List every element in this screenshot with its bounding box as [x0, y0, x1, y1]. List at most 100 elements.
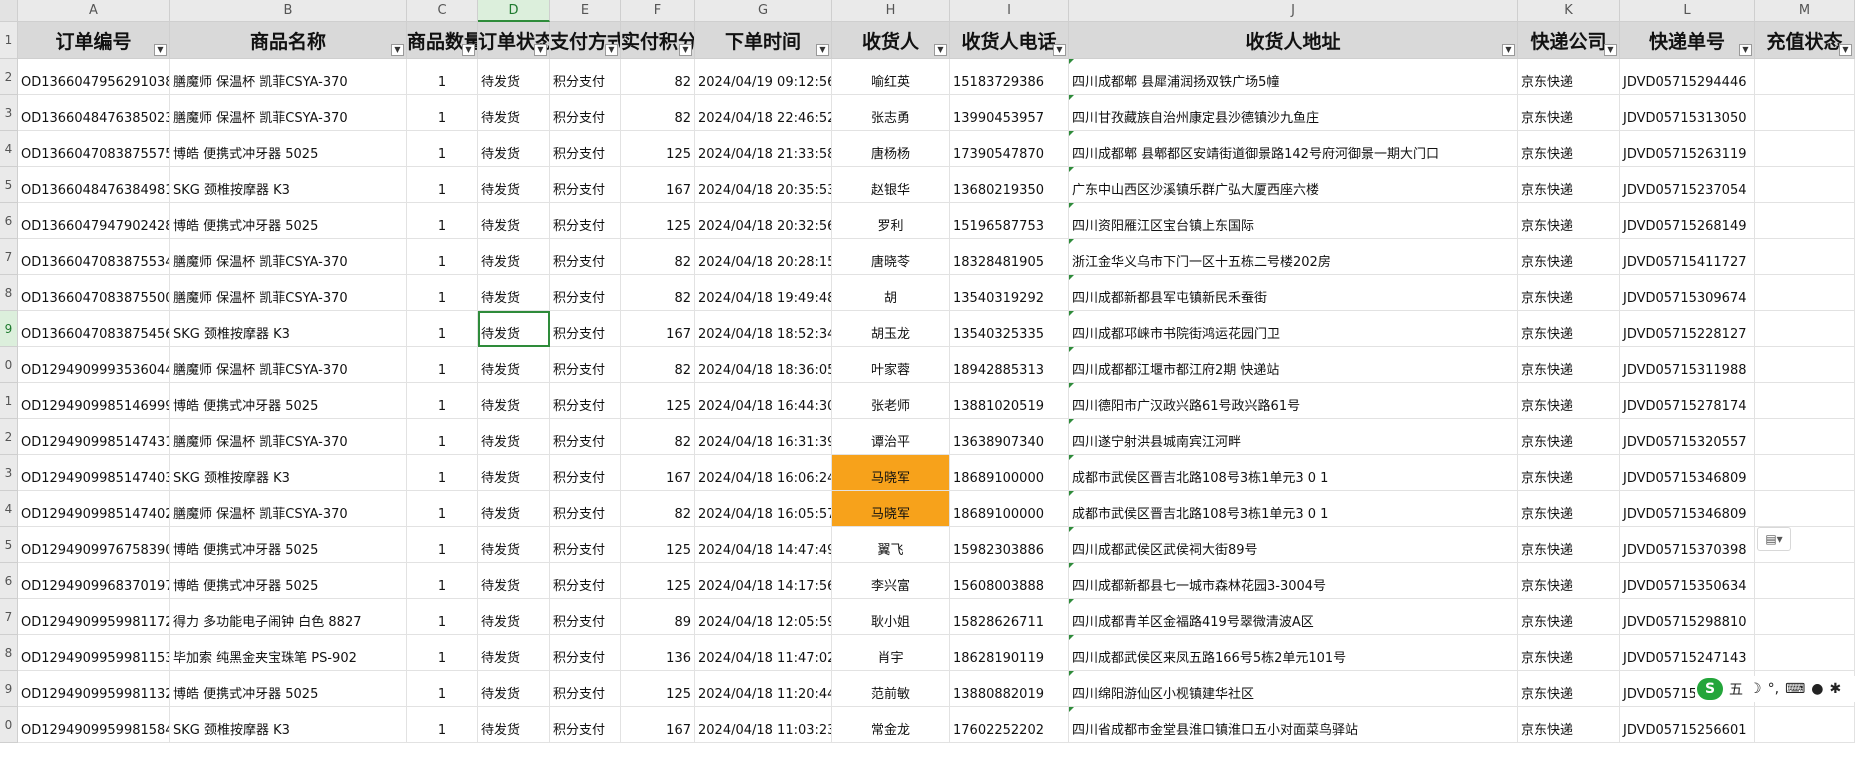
table-cell[interactable] [1755, 275, 1855, 311]
row-header[interactable]: 0 [0, 707, 18, 743]
table-cell[interactable]: OD1294909959981172 [18, 599, 170, 635]
table-cell[interactable]: 18689100000 [950, 491, 1069, 527]
table-cell[interactable]: 1 [407, 455, 478, 491]
table-cell[interactable]: 2024/04/18 11:20:44 [695, 671, 832, 707]
table-cell[interactable]: 18942885313 [950, 347, 1069, 383]
column-header-a[interactable]: A [18, 0, 170, 22]
table-cell[interactable]: 四川绵阳游仙区小枧镇建华社区 [1069, 671, 1518, 707]
table-cell[interactable]: 待发货 [478, 707, 550, 743]
table-cell[interactable]: 四川成都武侯区武侯祠大街89号 [1069, 527, 1518, 563]
dropdown-filter-icon[interactable]: ▼ [1739, 44, 1752, 56]
table-cell[interactable]: 13880882019 [950, 671, 1069, 707]
table-cell[interactable]: 积分支付 [550, 671, 621, 707]
table-cell[interactable]: 2024/04/18 16:05:57 [695, 491, 832, 527]
table-cell[interactable]: 2024/04/18 18:52:34 [695, 311, 832, 347]
table-cell[interactable]: 京东快递 [1518, 707, 1620, 743]
table-cell[interactable] [1755, 239, 1855, 275]
table-cell[interactable]: 2024/04/18 20:32:56 [695, 203, 832, 239]
table-cell[interactable]: 膳魔师 保温杯 凯菲CSYA-370 [170, 275, 407, 311]
table-cell[interactable]: 待发货 [478, 671, 550, 707]
table-cell[interactable]: 2024/04/18 12:05:59 [695, 599, 832, 635]
table-cell[interactable]: 膳魔师 保温杯 凯菲CSYA-370 [170, 59, 407, 95]
table-cell[interactable]: OD1366047947902428 [18, 203, 170, 239]
table-cell[interactable]: 博皓 便携式冲牙器 5025 [170, 383, 407, 419]
table-cell[interactable]: 18689100000 [950, 455, 1069, 491]
table-cell[interactable] [1755, 59, 1855, 95]
table-cell[interactable]: 积分支付 [550, 59, 621, 95]
user-icon[interactable]: ● [1811, 681, 1823, 697]
table-cell[interactable]: 82 [621, 347, 695, 383]
table-cell[interactable]: 积分支付 [550, 167, 621, 203]
table-cell[interactable]: 京东快递 [1518, 59, 1620, 95]
table-cell[interactable]: 积分支付 [550, 707, 621, 743]
table-cell[interactable]: 125 [621, 203, 695, 239]
table-cell[interactable]: 张志勇 [832, 95, 950, 131]
table-cell[interactable]: 成都市武侯区晋吉北路108号3栋1单元3 0 1 [1069, 491, 1518, 527]
table-cell[interactable] [1755, 383, 1855, 419]
table-cell[interactable] [1755, 203, 1855, 239]
keyboard-icon[interactable]: ⌨ [1785, 681, 1805, 697]
table-cell[interactable]: 四川成都新都县军屯镇新民禾蚕街 [1069, 275, 1518, 311]
table-cell[interactable]: 马晓军 [832, 491, 950, 527]
table-cell[interactable]: JDVD05715278174 [1620, 383, 1755, 419]
dropdown-filter-icon[interactable]: ▼ [1502, 44, 1515, 56]
table-cell[interactable]: JDVD05715346809 [1620, 455, 1755, 491]
dropdown-filter-icon[interactable]: ▼ [1604, 44, 1617, 56]
table-cell[interactable]: 2024/04/18 14:47:49 [695, 527, 832, 563]
table-cell[interactable]: 唐晓苓 [832, 239, 950, 275]
table-cell[interactable]: 积分支付 [550, 311, 621, 347]
table-cell[interactable]: 125 [621, 131, 695, 167]
table-cell[interactable]: 膳魔师 保温杯 凯菲CSYA-370 [170, 347, 407, 383]
row-header[interactable]: 8 [0, 275, 18, 311]
table-cell[interactable]: 待发货 [478, 239, 550, 275]
table-cell[interactable]: 广东中山西区沙溪镇乐群广弘大厦西座六楼 [1069, 167, 1518, 203]
table-cell[interactable]: 2024/04/18 21:33:58 [695, 131, 832, 167]
table-cell[interactable]: 15183729386 [950, 59, 1069, 95]
table-cell[interactable]: 待发货 [478, 599, 550, 635]
table-cell[interactable]: 1 [407, 275, 478, 311]
row-header[interactable]: 2 [0, 419, 18, 455]
dropdown-filter-icon[interactable]: ▼ [934, 44, 947, 56]
dropdown-filter-icon[interactable]: ▼ [534, 44, 547, 56]
table-cell[interactable]: 待发货 [478, 635, 550, 671]
table-cell[interactable]: 待发货 [478, 527, 550, 563]
table-cell[interactable]: 京东快递 [1518, 527, 1620, 563]
table-cell[interactable]: 罗利 [832, 203, 950, 239]
table-cell[interactable]: 京东快递 [1518, 131, 1620, 167]
table-cell[interactable]: 博皓 便携式冲牙器 5025 [170, 671, 407, 707]
row-header[interactable]: 7 [0, 239, 18, 275]
table-cell[interactable]: 2024/04/19 09:12:56 [695, 59, 832, 95]
table-cell[interactable]: 翼飞 [832, 527, 950, 563]
table-cell[interactable]: 四川省成都市金堂县淮口镇淮口五小对面菜鸟驿站 [1069, 707, 1518, 743]
table-cell[interactable]: OD1294909985146999 [18, 383, 170, 419]
select-all-corner[interactable] [0, 0, 18, 22]
table-cell[interactable]: 积分支付 [550, 275, 621, 311]
table-cell[interactable]: 1 [407, 95, 478, 131]
table-cell[interactable]: 京东快递 [1518, 167, 1620, 203]
table-cell[interactable]: 待发货 [478, 419, 550, 455]
table-cell[interactable]: 待发货 [478, 59, 550, 95]
table-cell[interactable]: OD1366047956291038 [18, 59, 170, 95]
table-cell[interactable]: 2024/04/18 11:47:02 [695, 635, 832, 671]
table-cell[interactable]: 13990453957 [950, 95, 1069, 131]
table-cell[interactable]: 82 [621, 419, 695, 455]
table-cell[interactable]: 胡 [832, 275, 950, 311]
table-cell[interactable]: 喻红英 [832, 59, 950, 95]
table-cell[interactable]: 15608003888 [950, 563, 1069, 599]
ime-toolbar[interactable]: S 五 ☽ °, ⌨ ● ✱ [1695, 676, 1855, 702]
column-header-j[interactable]: J [1069, 0, 1518, 22]
table-cell[interactable]: 15982303886 [950, 527, 1069, 563]
table-cell[interactable]: JDVD05715263119 [1620, 131, 1755, 167]
table-cell[interactable]: 1 [407, 419, 478, 455]
table-cell[interactable]: 2024/04/18 16:06:24 [695, 455, 832, 491]
table-cell[interactable]: 167 [621, 707, 695, 743]
table-cell[interactable]: 待发货 [478, 383, 550, 419]
table-cell[interactable]: OD1294909985147403 [18, 455, 170, 491]
table-cell[interactable]: SKG 颈椎按摩器 K3 [170, 311, 407, 347]
table-cell[interactable]: 13540319292 [950, 275, 1069, 311]
header-cell[interactable]: 订单状态 ▼ [478, 22, 550, 59]
header-cell[interactable]: 订单编号 ▼ [18, 22, 170, 59]
table-cell[interactable]: 1 [407, 383, 478, 419]
table-cell[interactable]: 四川甘孜藏族自治州康定县沙德镇沙九鱼庄 [1069, 95, 1518, 131]
table-cell[interactable]: 2024/04/18 16:44:30 [695, 383, 832, 419]
